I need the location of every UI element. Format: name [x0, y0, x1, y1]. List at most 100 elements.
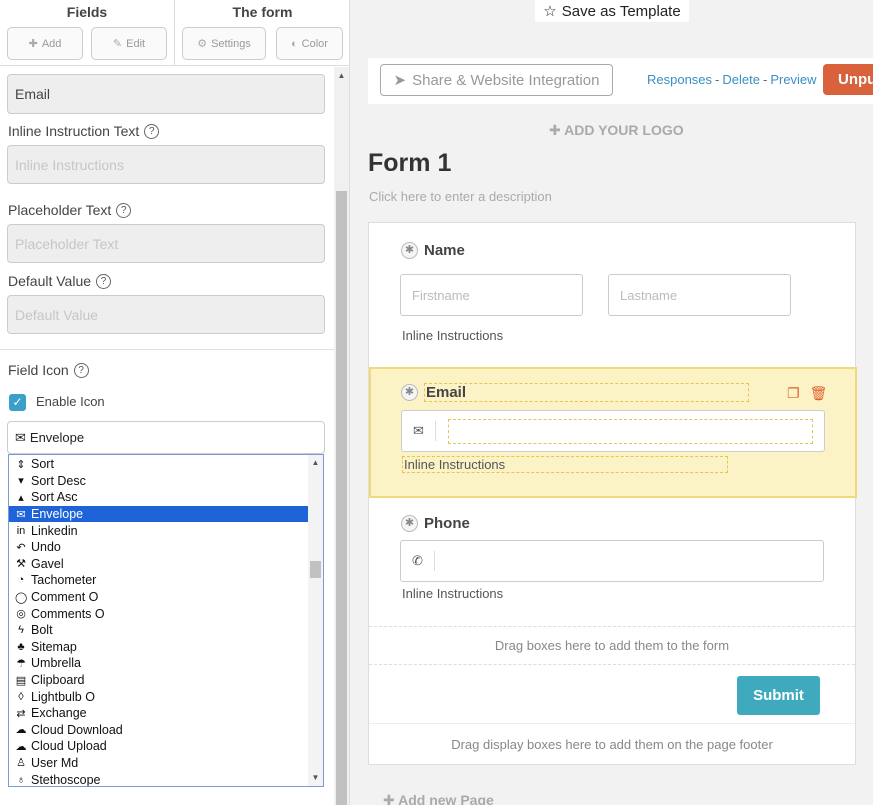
name-instructions: Inline Instructions [402, 328, 504, 343]
icon-option[interactable]: ✉ Envelope [9, 505, 308, 523]
add-logo-link[interactable]: ✚ ADD YOUR LOGO [549, 122, 684, 139]
icon-option-label: Linkedin [31, 523, 78, 538]
add-new-page-label: Add new Page [398, 792, 494, 805]
form-title[interactable]: Form 1 [368, 149, 451, 178]
icon-option[interactable]: ⇄ Exchange [9, 705, 308, 722]
envelope-icon: ✉ [16, 508, 26, 521]
form-description[interactable]: Click here to enter a description [369, 189, 552, 204]
email-field-label[interactable]: Email [424, 383, 749, 402]
form-drop-zone[interactable]: Drag boxes here to add them to the form [369, 626, 855, 665]
phone-field-label: Phone [424, 515, 470, 532]
icon-option[interactable]: ↶ Undo [9, 539, 308, 556]
gear-icon: ⚙ [197, 38, 208, 50]
save-as-template-button[interactable]: ☆ Save as Template [535, 0, 689, 22]
icon-option-label: Lightbulb O [31, 689, 95, 704]
help-icon[interactable]: ? [96, 273, 112, 289]
linkedin-icon: in [16, 524, 26, 537]
icon-option[interactable]: ◎ Comments O [9, 605, 308, 622]
unpublish-button[interactable]: Unpu [823, 64, 873, 95]
settings-button[interactable]: ⚙ Settings [182, 27, 266, 60]
required-icon[interactable]: ✱ [401, 242, 418, 259]
responses-link[interactable]: Responses [647, 72, 712, 87]
email-instructions[interactable]: Inline Instructions [402, 456, 728, 473]
icon-option[interactable]: ♁ Stethoscope [9, 771, 308, 786]
add-field-label: Add [41, 37, 62, 50]
phone-instructions: Inline Instructions [402, 586, 504, 601]
enable-icon-checkbox[interactable]: ✓ [9, 394, 26, 411]
placeholder-text-input[interactable]: Placeholder Text [7, 224, 325, 263]
color-label: Color [301, 37, 328, 50]
icon-option[interactable]: ◯ Comment O [9, 589, 308, 606]
field-label-input[interactable]: Email [7, 74, 325, 114]
icon-option-label: Umbrella [31, 656, 82, 671]
exchange-icon: ⇄ [16, 707, 26, 720]
dropdown-scroll-down[interactable]: ▼ [308, 770, 323, 786]
lastname-input[interactable]: Lastname [608, 274, 791, 316]
gavel-icon: ⚒ [16, 558, 26, 571]
help-icon[interactable]: ? [73, 362, 89, 378]
required-icon[interactable]: ✱ [401, 384, 418, 401]
icon-option[interactable]: in Linkedin [9, 522, 308, 539]
icon-option-label: Sort Asc [31, 490, 78, 505]
scroll-thumb[interactable] [336, 191, 347, 805]
preview-link[interactable]: Preview [770, 72, 816, 87]
fields-group: Fields ✚ Add ✎ Edit [0, 0, 175, 66]
clipboard-icon: ▤ [15, 674, 27, 687]
icon-option[interactable]: ☁ Cloud Download [9, 722, 308, 739]
the-form-group: The form ⚙ Settings ◐ Color [175, 0, 350, 66]
add-new-page-link[interactable]: ✚ Add new Page [383, 792, 494, 805]
email-placeholder-box[interactable] [448, 418, 813, 444]
email-field-block[interactable]: ✱ Email ❐ 🗑 ✉ Inline Instructions [369, 367, 857, 498]
firstname-input[interactable]: Firstname [400, 274, 583, 316]
dropdown-scrollbar[interactable]: ▲ ▼ [308, 455, 323, 786]
form-links: Responses - Delete - Preview [647, 72, 817, 87]
icon-option[interactable]: ☂ Umbrella [9, 655, 308, 672]
default-value-label-text: Default Value [8, 273, 92, 289]
inline-instruction-label-text: Inline Instruction Text [8, 123, 140, 139]
required-icon[interactable]: ✱ [401, 515, 418, 532]
delete-link[interactable]: Delete [722, 72, 760, 87]
default-value-label: Default Value ? [8, 273, 112, 289]
panel-toolbar: Fields ✚ Add ✎ Edit The form ⚙ Settings … [0, 0, 350, 66]
dropdown-scroll-thumb[interactable] [310, 561, 321, 578]
icon-option[interactable]: ☁ Cloud Upload [9, 738, 308, 755]
dropdown-scroll-up[interactable]: ▲ [308, 455, 323, 471]
icon-option[interactable]: ♣ Sitemap [9, 639, 308, 656]
phone-input[interactable]: ✆ [400, 540, 824, 582]
help-icon[interactable]: ? [144, 123, 160, 139]
stethoscope-icon: ♁ [16, 773, 26, 786]
icon-select[interactable]: ✉ Envelope [7, 421, 325, 454]
icon-dropdown-list[interactable]: ⇕ Sort ▾ Sort Desc ▴ Sort Asc ✉ Envelope in Linke… [8, 454, 324, 787]
sort-desc-icon: ▾ [18, 475, 24, 488]
icon-option[interactable]: ▤ Clipboard [9, 672, 308, 689]
icon-option[interactable]: ⚒ Gavel [9, 556, 308, 573]
icon-option-label: Sitemap [31, 639, 77, 654]
footer-drop-zone[interactable]: Drag display boxes here to add them on t… [369, 723, 855, 765]
copy-icon[interactable]: ❐ [787, 385, 800, 402]
share-integration-button[interactable]: ➤ Share & Website Integration [380, 64, 613, 96]
icon-option[interactable]: ⇕ Sort [9, 456, 308, 473]
color-button[interactable]: ◐ Color [276, 27, 343, 60]
icon-option[interactable]: ♙ User Md [9, 755, 308, 772]
add-logo-label: ADD YOUR LOGO [564, 122, 684, 138]
trash-icon[interactable]: 🗑 [810, 385, 828, 402]
panel-scrollbar[interactable]: ▲ [334, 67, 349, 805]
email-field-title: ✱ Email [401, 383, 749, 402]
icon-option[interactable]: ϟ Bolt [9, 622, 308, 639]
email-input[interactable]: ✉ [401, 410, 825, 452]
help-icon[interactable]: ? [116, 202, 132, 218]
submit-button[interactable]: Submit [737, 676, 820, 715]
icon-option[interactable]: ▴ Sort Asc [9, 489, 308, 506]
icon-option[interactable]: ▾ Sort Desc [9, 473, 308, 490]
add-field-button[interactable]: ✚ Add [7, 27, 83, 60]
icon-option-label: Exchange [31, 706, 87, 721]
link-separator: - [715, 72, 720, 87]
default-value-input[interactable]: Default Value [7, 295, 325, 334]
inline-instruction-input[interactable]: Inline Instructions [7, 145, 325, 184]
icon-option[interactable]: ◔ Tachometer [9, 572, 308, 589]
edit-field-button[interactable]: ✎ Edit [91, 27, 167, 60]
icon-option-label: Cloud Download [31, 722, 123, 737]
scroll-up-arrow[interactable]: ▲ [334, 67, 349, 85]
plus-icon: ✚ [383, 792, 395, 805]
icon-option[interactable]: ◊ Lightbulb O [9, 688, 308, 705]
